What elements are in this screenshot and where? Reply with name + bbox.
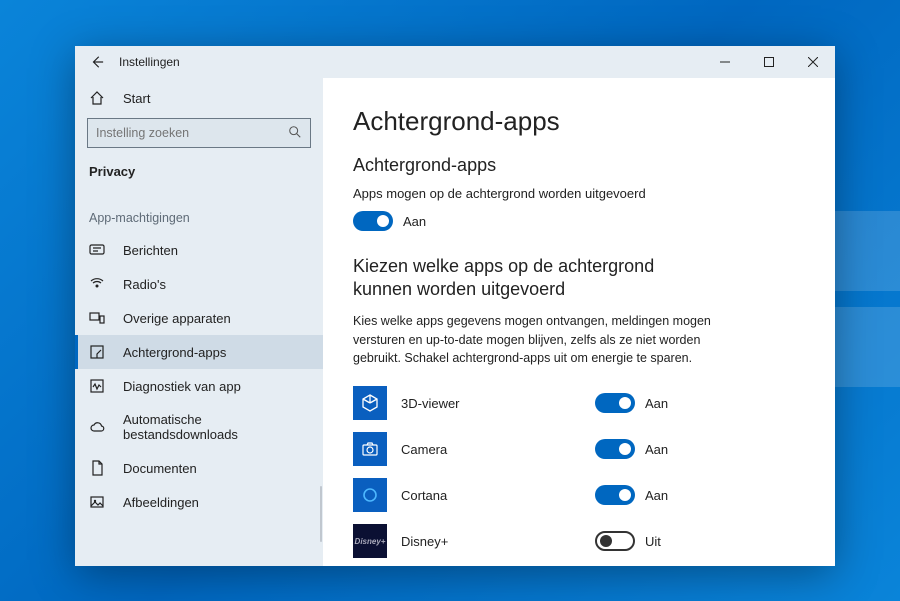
sidebar-item-label: Documenten <box>123 461 197 476</box>
background-icon <box>89 344 105 360</box>
app-toggle[interactable] <box>595 439 635 459</box>
app-list: 3D-viewerAanCameraAanCortanaAanDisney+Di… <box>353 386 805 558</box>
window-controls <box>703 46 835 78</box>
back-button[interactable] <box>75 46 119 78</box>
app-name: Cortana <box>401 488 581 503</box>
titlebar: Instellingen <box>75 46 835 78</box>
sidebar-item-devices[interactable]: Overige apparaten <box>75 301 323 335</box>
sidebar: Start Privacy App-machtigingen Berichten… <box>75 78 323 566</box>
app-row: 3D-viewer Aan <box>353 386 805 420</box>
app-row: Disney+ Disney+ Uit <box>353 524 805 558</box>
helptext: Kies welke apps gegevens mogen ontvangen… <box>353 312 713 368</box>
nav-list: Berichten Radio's Overige apparaten Achterg… <box>75 233 323 566</box>
app-icon-camera <box>353 432 387 466</box>
app-toggle-state: Uit <box>645 534 661 549</box>
images-icon <box>89 494 105 510</box>
sidebar-item-cloud[interactable]: Automatische bestandsdownloads <box>75 403 323 451</box>
sidebar-scrollbar[interactable] <box>320 486 322 542</box>
page-title: Achtergrond-apps <box>353 106 805 137</box>
home-button[interactable]: Start <box>75 78 323 116</box>
app-icon-disney: Disney+ <box>353 524 387 558</box>
app-name: Camera <box>401 442 581 457</box>
home-icon <box>89 90 105 106</box>
message-icon <box>89 242 105 258</box>
diagnostics-icon <box>89 378 105 394</box>
content-area: Achtergrond-apps Achtergrond-apps Apps m… <box>323 78 835 566</box>
global-toggle-desc: Apps mogen op de achtergrond worden uitg… <box>353 186 805 201</box>
sidebar-item-label: Berichten <box>123 243 178 258</box>
app-row: Camera Aan <box>353 432 805 466</box>
sidebar-item-label: Afbeeldingen <box>123 495 199 510</box>
app-toggle[interactable] <box>595 531 635 551</box>
search-input[interactable] <box>96 126 288 140</box>
app-toggle-state: Aan <box>645 396 668 411</box>
app-icon-cube <box>353 386 387 420</box>
sidebar-item-document[interactable]: Documenten <box>75 451 323 485</box>
app-name: Disney+ <box>401 534 581 549</box>
sidebar-item-label: Radio's <box>123 277 166 292</box>
sidebar-item-label: Overige apparaten <box>123 311 231 326</box>
app-toggle-state: Aan <box>645 442 668 457</box>
maximize-icon <box>764 57 774 67</box>
document-icon <box>89 460 105 476</box>
sidebar-item-radio[interactable]: Radio's <box>75 267 323 301</box>
category-heading: Privacy <box>75 158 323 189</box>
minimize-button[interactable] <box>703 46 747 78</box>
sidebar-item-diagnostics[interactable]: Diagnostiek van app <box>75 369 323 403</box>
sidebar-item-images[interactable]: Afbeeldingen <box>75 485 323 519</box>
settings-window: Instellingen Start Privacy App-machtigin… <box>75 46 835 566</box>
global-toggle-state: Aan <box>403 214 426 229</box>
maximize-button[interactable] <box>747 46 791 78</box>
sidebar-item-label: Automatische bestandsdownloads <box>123 412 309 442</box>
minimize-icon <box>720 57 730 67</box>
global-toggle[interactable] <box>353 211 393 231</box>
app-name: 3D-viewer <box>401 396 581 411</box>
app-icon-circle <box>353 478 387 512</box>
home-label: Start <box>123 91 150 106</box>
close-icon <box>808 57 818 67</box>
sidebar-item-message[interactable]: Berichten <box>75 233 323 267</box>
sidebar-item-label: Achtergrond-apps <box>123 345 226 360</box>
app-toggle[interactable] <box>595 393 635 413</box>
arrow-left-icon <box>90 55 104 69</box>
section1-heading: Achtergrond-apps <box>353 155 805 176</box>
section2-heading: Kiezen welke apps op de achtergrond kunn… <box>353 255 713 302</box>
window-title: Instellingen <box>119 55 180 69</box>
app-toggle-state: Aan <box>645 488 668 503</box>
cloud-icon <box>89 419 105 435</box>
section-label: App-machtigingen <box>75 189 323 233</box>
devices-icon <box>89 310 105 326</box>
search-box[interactable] <box>87 118 311 148</box>
close-button[interactable] <box>791 46 835 78</box>
search-icon <box>288 125 302 142</box>
sidebar-item-background[interactable]: Achtergrond-apps <box>75 335 323 369</box>
app-row: Cortana Aan <box>353 478 805 512</box>
sidebar-item-label: Diagnostiek van app <box>123 379 241 394</box>
radio-icon <box>89 276 105 292</box>
app-toggle[interactable] <box>595 485 635 505</box>
